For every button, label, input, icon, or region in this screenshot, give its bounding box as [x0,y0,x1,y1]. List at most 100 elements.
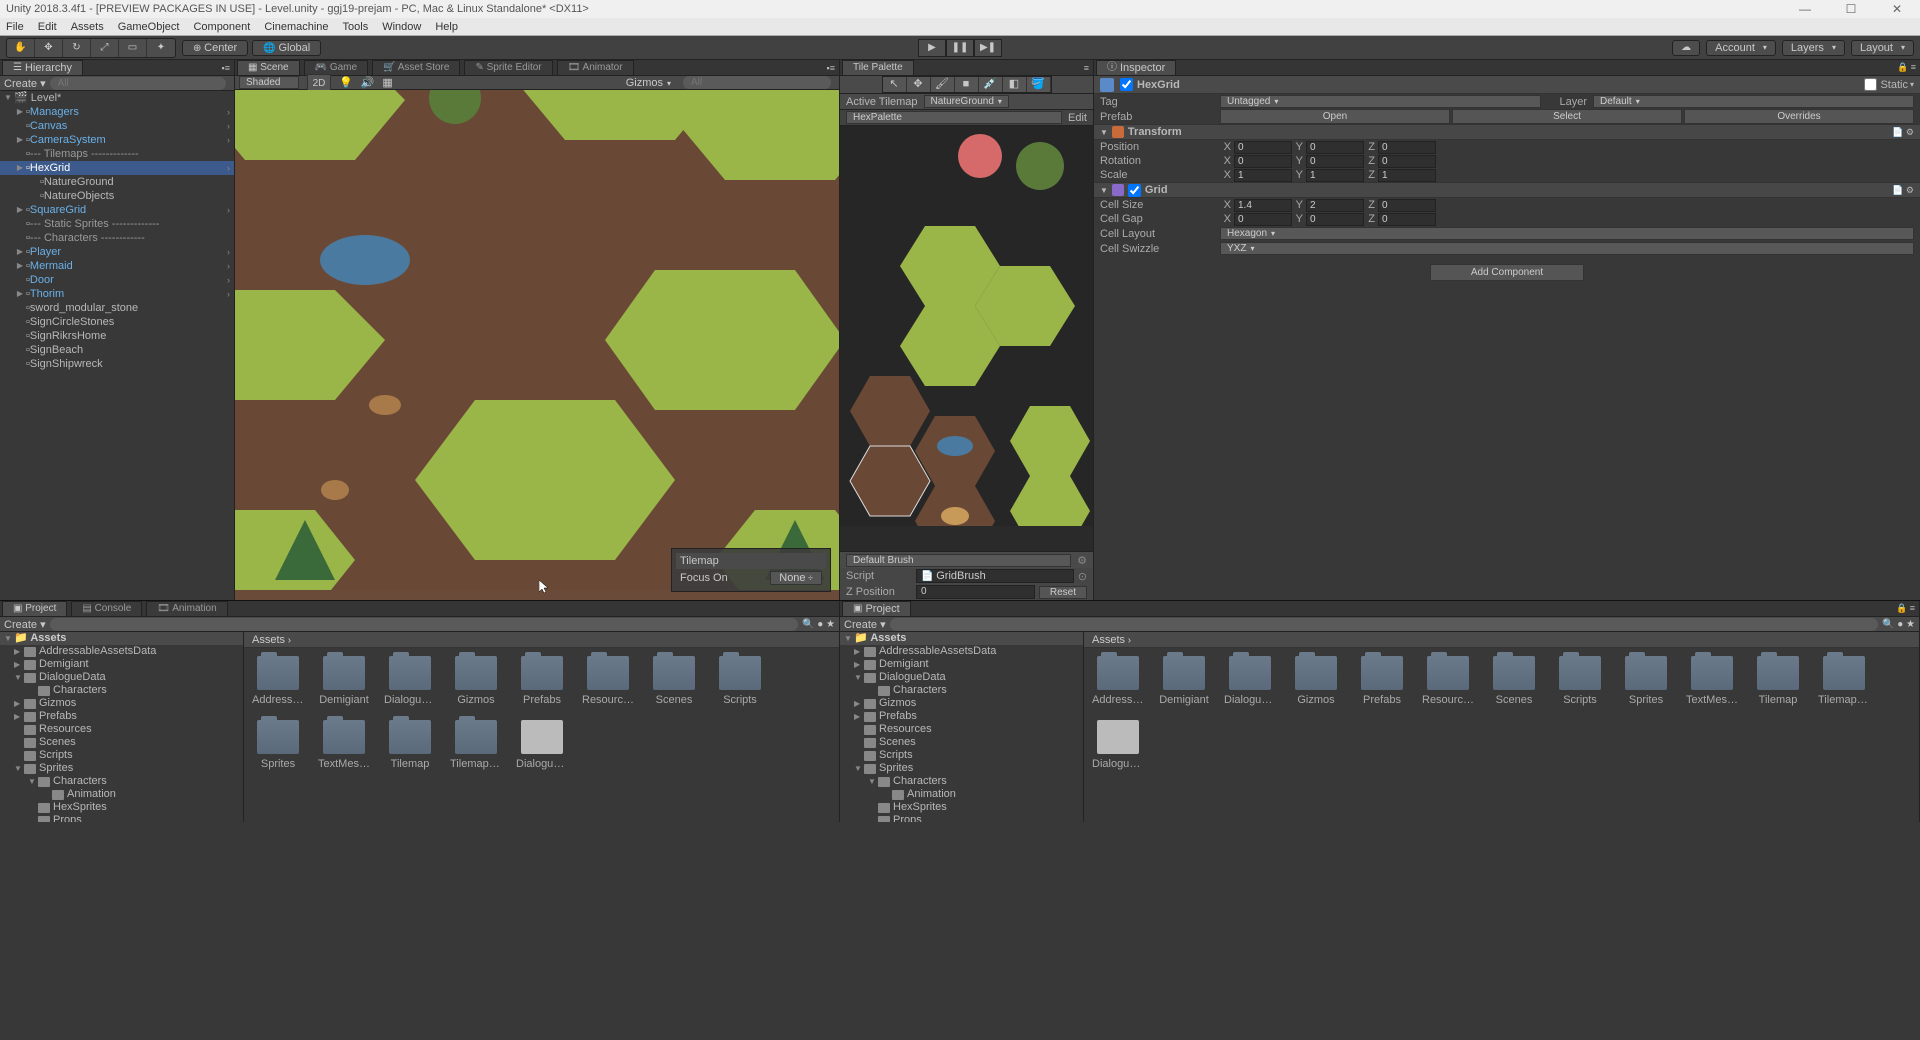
menu-help[interactable]: Help [435,18,458,35]
assets-root[interactable]: ▼📁 Assets [0,632,243,645]
hierarchy-item[interactable]: ▫ Canvas› [0,119,234,133]
cell-size-z-field[interactable]: 0 [1378,199,1436,212]
folder-item[interactable]: Characters [840,684,1083,697]
tag-dropdown[interactable]: Untagged [1220,95,1541,108]
move-tool[interactable]: ✥ [907,77,931,92]
hierarchy-item[interactable]: ▶▫ Thorim› [0,287,234,301]
position-x-field[interactable]: 0 [1234,141,1292,154]
hierarchy-item[interactable]: ▫ Door› [0,273,234,287]
folder-item[interactable]: ▼DialogueData [0,671,243,684]
folder-item[interactable]: ▼Characters [0,775,243,788]
folder-item[interactable]: HexSprites [840,801,1083,814]
select-tool[interactable]: ↖ [883,77,907,92]
folder-item[interactable]: ▶Demigiant [0,658,243,671]
active-tilemap-dropdown[interactable]: NatureGround [924,95,1009,108]
hierarchy-tab[interactable]: ☰ Hierarchy [2,60,83,75]
folder-item[interactable]: ▶Demigiant [840,658,1083,671]
asset-item[interactable]: DialogueDa... [1092,720,1144,770]
move-tool[interactable]: ✥ [35,39,63,57]
object-active-checkbox[interactable] [1120,78,1133,91]
menu-tools[interactable]: Tools [343,18,369,35]
hierarchy-item[interactable]: ▶▫ HexGrid› [0,161,234,175]
hierarchy-item[interactable]: ▫ SignShipwreck [0,357,234,371]
panel-options-icon[interactable]: ≡ [1084,63,1089,73]
picker-tool[interactable]: 💉 [979,77,1003,92]
rect-tool[interactable]: ▭ [119,39,147,57]
scene-search-input[interactable] [683,76,831,89]
menu-component[interactable]: Component [193,18,250,35]
folder-item[interactable]: HexSprites [0,801,243,814]
asset-item[interactable]: Tilemap [384,720,436,770]
breadcrumb[interactable]: Assets › [244,632,839,648]
edit-palette-button[interactable]: Edit [1068,112,1087,124]
multi-tool[interactable]: ✦ [147,39,175,57]
folder-item[interactable]: Scenes [840,736,1083,749]
folder-item[interactable]: Scenes [0,736,243,749]
hierarchy-item[interactable]: ▫ --- Tilemaps ------------- [0,147,234,161]
panel-options-icon[interactable]: ▪≡ [222,63,230,73]
hierarchy-search-input[interactable] [50,77,226,90]
cell-gap-y-field[interactable]: 0 [1306,213,1364,226]
z-position-field[interactable]: 0 [916,585,1035,599]
add-component-button[interactable]: Add Component [1430,264,1584,281]
hierarchy-item[interactable]: ▫ SignBeach [0,343,234,357]
asset-item[interactable]: TextMesh P... [1686,656,1738,706]
menu-edit[interactable]: Edit [38,18,57,35]
position-y-field[interactable]: 0 [1306,141,1364,154]
eraser-tool[interactable]: ◧ [1003,77,1027,92]
tab-animator[interactable]: 🎞 Animator [557,60,634,75]
reset-button[interactable]: Reset [1039,586,1087,599]
hierarchy-item[interactable]: ▫ SignRikrsHome [0,329,234,343]
menu-window[interactable]: Window [382,18,421,35]
menu-cinemachine[interactable]: Cinemachine [264,18,328,35]
layer-dropdown[interactable]: Default [1593,95,1914,108]
rotation-y-field[interactable]: 0 [1306,155,1364,168]
asset-item[interactable]: TextMesh P... [318,720,370,770]
asset-item[interactable]: Scripts [714,656,766,706]
search-filters[interactable]: 🔍 ● ★ [802,619,835,630]
scene-root[interactable]: ▼🎬 Level* [0,91,234,105]
asset-item[interactable]: Sprites [1620,656,1672,706]
hierarchy-item[interactable]: ▫ SignCircleStones [0,315,234,329]
folder-item[interactable]: Scripts [0,749,243,762]
component-options-icon[interactable]: 📄 ⚙ [1892,185,1914,196]
fx-toggle[interactable]: ▦ [382,76,392,89]
create-dropdown[interactable]: Create ▾ [4,618,46,631]
inspector-tab[interactable]: ⓘ Inspector [1096,60,1176,75]
folder-item[interactable]: Scripts [840,749,1083,762]
brush-settings-icon[interactable]: ⚙ [1077,554,1087,567]
folder-item[interactable]: ▶AddressableAssetsData [0,645,243,658]
folder-item[interactable]: ▶Prefabs [0,710,243,723]
cell-layout-dropdown[interactable]: Hexagon [1220,227,1914,240]
prefab-select-button[interactable]: Select [1452,109,1682,124]
folder-item[interactable]: ▼DialogueData [840,671,1083,684]
object-icon[interactable] [1100,78,1114,92]
account-dropdown[interactable]: Account [1706,40,1776,56]
panel-options-icon[interactable]: 🔒 ≡ [1896,603,1915,614]
asset-item[interactable]: Scripts [1554,656,1606,706]
menu-file[interactable]: File [6,18,24,35]
static-arrow-icon[interactable]: ▾ [1910,80,1914,89]
pivot-center-toggle[interactable]: ⊕ Center [182,40,248,56]
hierarchy-item[interactable]: ▶▫ SquareGrid› [0,203,234,217]
asset-item[interactable]: Resources [1422,656,1474,706]
lighting-toggle[interactable]: 💡 [339,76,353,89]
grid-enabled-checkbox[interactable] [1128,184,1141,197]
component-options-icon[interactable]: 📄 ⚙ [1892,127,1914,138]
folder-item[interactable]: ▶Gizmos [840,697,1083,710]
brush-tool[interactable]: 🖌 [931,77,955,92]
asset-item[interactable]: Resources [582,656,634,706]
asset-item[interactable]: Scenes [648,656,700,706]
play-button[interactable]: ▶ [918,39,946,57]
collab-button[interactable]: ☁ [1672,40,1700,56]
hierarchy-item[interactable]: ▫ NatureGround [0,175,234,189]
tab-sprite-editor[interactable]: ✎ Sprite Editor [464,60,552,75]
prefab-open-button[interactable]: Open [1220,109,1450,124]
asset-item[interactable]: TilemapData [1818,656,1870,706]
static-checkbox[interactable] [1864,78,1877,91]
asset-item[interactable]: Scenes [1488,656,1540,706]
layers-dropdown[interactable]: Layers [1782,40,1845,56]
close-button[interactable]: ✕ [1874,0,1920,18]
create-dropdown[interactable]: Create ▾ [844,618,886,631]
asset-item[interactable]: Addressabl... [252,656,304,706]
